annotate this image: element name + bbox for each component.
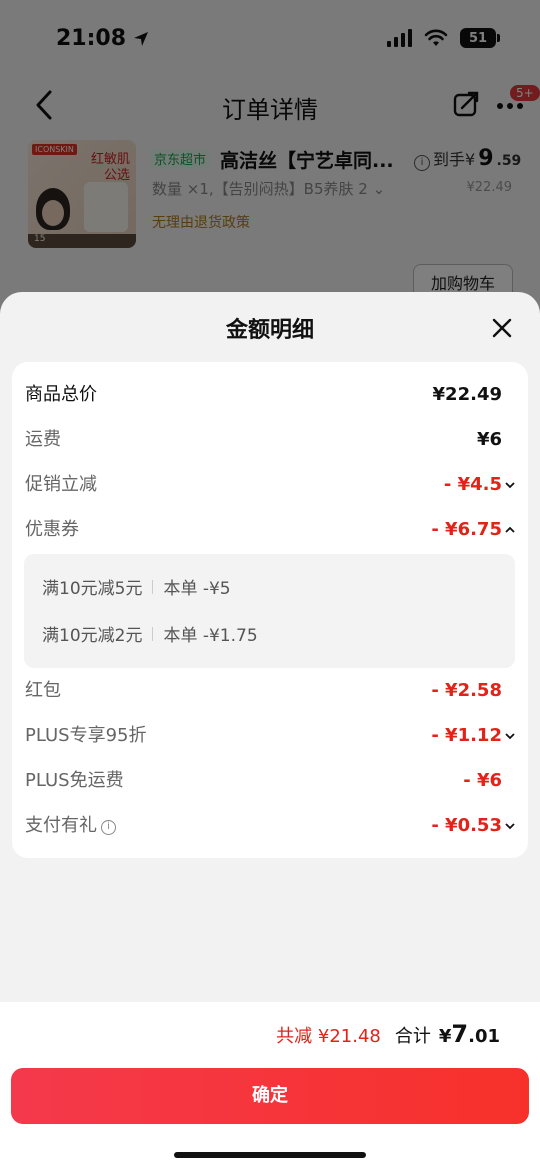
chevron-up-icon[interactable] bbox=[504, 524, 516, 536]
row-value: - ¥2.58 bbox=[431, 680, 502, 701]
row-value: - ¥6 bbox=[463, 770, 502, 791]
row-payment-gift[interactable]: 支付有礼 i - ¥0.53 bbox=[12, 811, 528, 841]
row-value-text: - ¥0.53 bbox=[431, 815, 502, 836]
total-saved: 共减 ¥21.48 bbox=[276, 1026, 381, 1047]
row-value: ¥22.49 bbox=[432, 384, 502, 405]
row-value[interactable]: - ¥6.75 bbox=[431, 515, 516, 545]
coupon-detail: 本单 -¥1.75 bbox=[163, 626, 258, 646]
row-coupon[interactable]: 优惠券 - ¥6.75 bbox=[12, 515, 528, 545]
coupon-name: 满10元减5元 bbox=[42, 579, 143, 599]
row-value[interactable]: - ¥0.53 bbox=[431, 811, 516, 841]
chevron-down-icon[interactable] bbox=[504, 479, 516, 491]
row-plus-discount[interactable]: PLUS专享95折 - ¥1.12 bbox=[12, 721, 528, 751]
coupon-detail: 本单 -¥5 bbox=[163, 579, 231, 599]
row-value-text: - ¥6.75 bbox=[431, 519, 502, 540]
coupon-detail-box: 满10元减5元 本单 -¥5 满10元减2元 本单 -¥1.75 bbox=[24, 554, 515, 668]
order-summary: 共减 ¥21.48 合计 ¥7.01 bbox=[276, 1020, 500, 1048]
row-label: PLUS免运费 bbox=[25, 770, 124, 791]
chevron-down-icon[interactable] bbox=[504, 730, 516, 742]
row-value-text: - ¥4.5 bbox=[443, 474, 502, 495]
row-value[interactable]: - ¥4.5 bbox=[444, 470, 516, 500]
sheet-title: 金额明细 bbox=[225, 318, 314, 343]
total-int: 7 bbox=[451, 1020, 469, 1048]
coupon-item: 满10元减5元 本单 -¥5 bbox=[42, 574, 231, 599]
total-dec: .01 bbox=[468, 1026, 500, 1047]
row-label: 支付有礼 i bbox=[25, 811, 116, 841]
row-promotion[interactable]: 促销立减 - ¥4.5 bbox=[12, 470, 528, 500]
row-value: ¥6 bbox=[476, 429, 502, 450]
row-label: 运费 bbox=[25, 429, 61, 450]
info-icon[interactable]: i bbox=[101, 820, 116, 835]
total-currency: ¥ bbox=[438, 1026, 452, 1047]
row-label: 商品总价 bbox=[25, 384, 97, 405]
divider bbox=[152, 626, 154, 641]
amount-card: 商品总价 ¥22.49 运费 ¥6 促销立减 - ¥4.5 优惠券 - ¥6.7… bbox=[12, 362, 528, 858]
row-shipping: 运费 ¥6 bbox=[12, 425, 528, 455]
coupon-item: 满10元减2元 本单 -¥1.75 bbox=[42, 621, 258, 646]
chevron-down-icon[interactable] bbox=[504, 820, 516, 832]
home-indicator[interactable] bbox=[174, 1152, 366, 1158]
row-goods-total: 商品总价 ¥22.49 bbox=[12, 380, 528, 410]
row-value[interactable]: - ¥1.12 bbox=[431, 721, 516, 751]
close-icon[interactable] bbox=[488, 314, 516, 342]
footer-bar: 共减 ¥21.48 合计 ¥7.01 确定 bbox=[0, 1002, 540, 1170]
row-label: 红包 bbox=[25, 680, 61, 701]
row-red-packet: 红包 - ¥2.58 bbox=[12, 676, 528, 706]
row-plus-free-shipping: PLUS免运费 - ¥6 bbox=[12, 766, 528, 796]
total-amount: ¥7.01 bbox=[439, 1020, 500, 1048]
total-label: 合计 bbox=[394, 1026, 431, 1047]
row-label: 促销立减 bbox=[25, 474, 97, 495]
row-label: PLUS专享95折 bbox=[25, 725, 147, 746]
row-label: 优惠券 bbox=[25, 519, 79, 540]
row-label-text: 支付有礼 bbox=[25, 815, 97, 836]
confirm-button[interactable]: 确定 bbox=[11, 1068, 529, 1124]
row-value-text: - ¥1.12 bbox=[431, 725, 502, 746]
divider bbox=[152, 579, 154, 594]
coupon-name: 满10元减2元 bbox=[42, 626, 143, 646]
